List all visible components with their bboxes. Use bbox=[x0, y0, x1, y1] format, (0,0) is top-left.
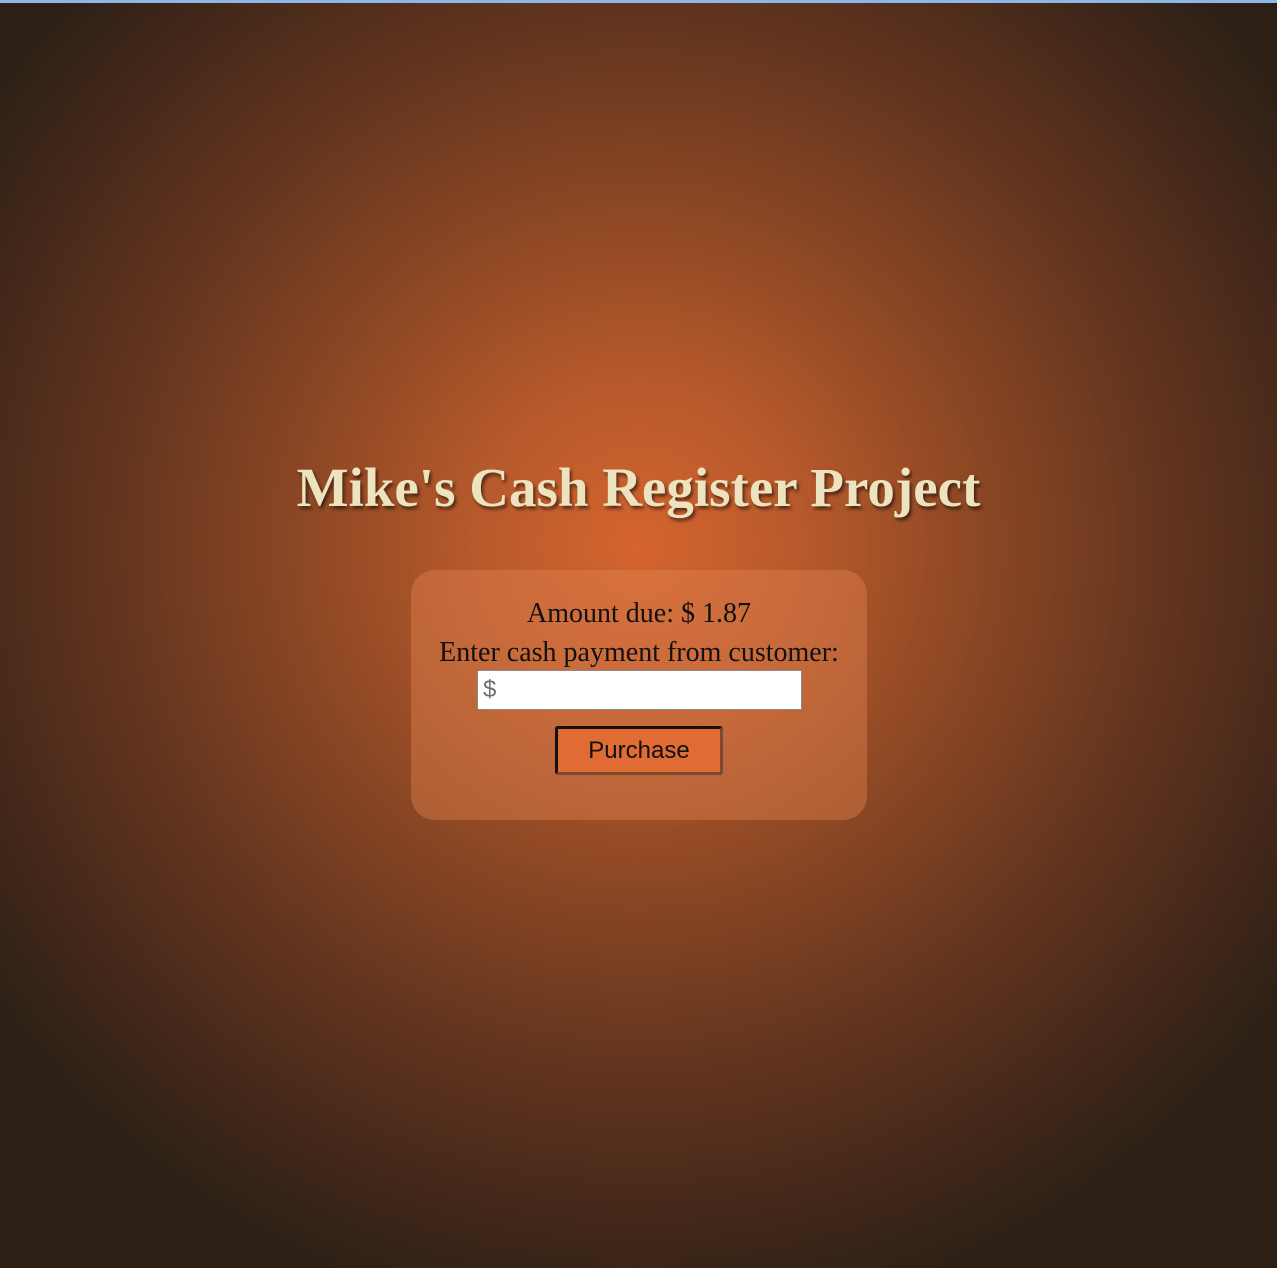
purchase-button[interactable]: Purchase bbox=[555, 726, 723, 775]
window-top-strip bbox=[0, 0, 1277, 3]
page: { "page": { "title": "Mike's Cash Regist… bbox=[0, 0, 1277, 1268]
page-title: Mike's Cash Register Project bbox=[296, 457, 981, 518]
cash-payment-label: Enter cash payment from customer: bbox=[439, 637, 839, 668]
amount-due-text: Amount due: $ 1.87 bbox=[527, 598, 751, 629]
cash-payment-input[interactable] bbox=[477, 670, 802, 710]
cash-register-panel: Amount due: $ 1.87 Enter cash payment fr… bbox=[411, 570, 867, 820]
